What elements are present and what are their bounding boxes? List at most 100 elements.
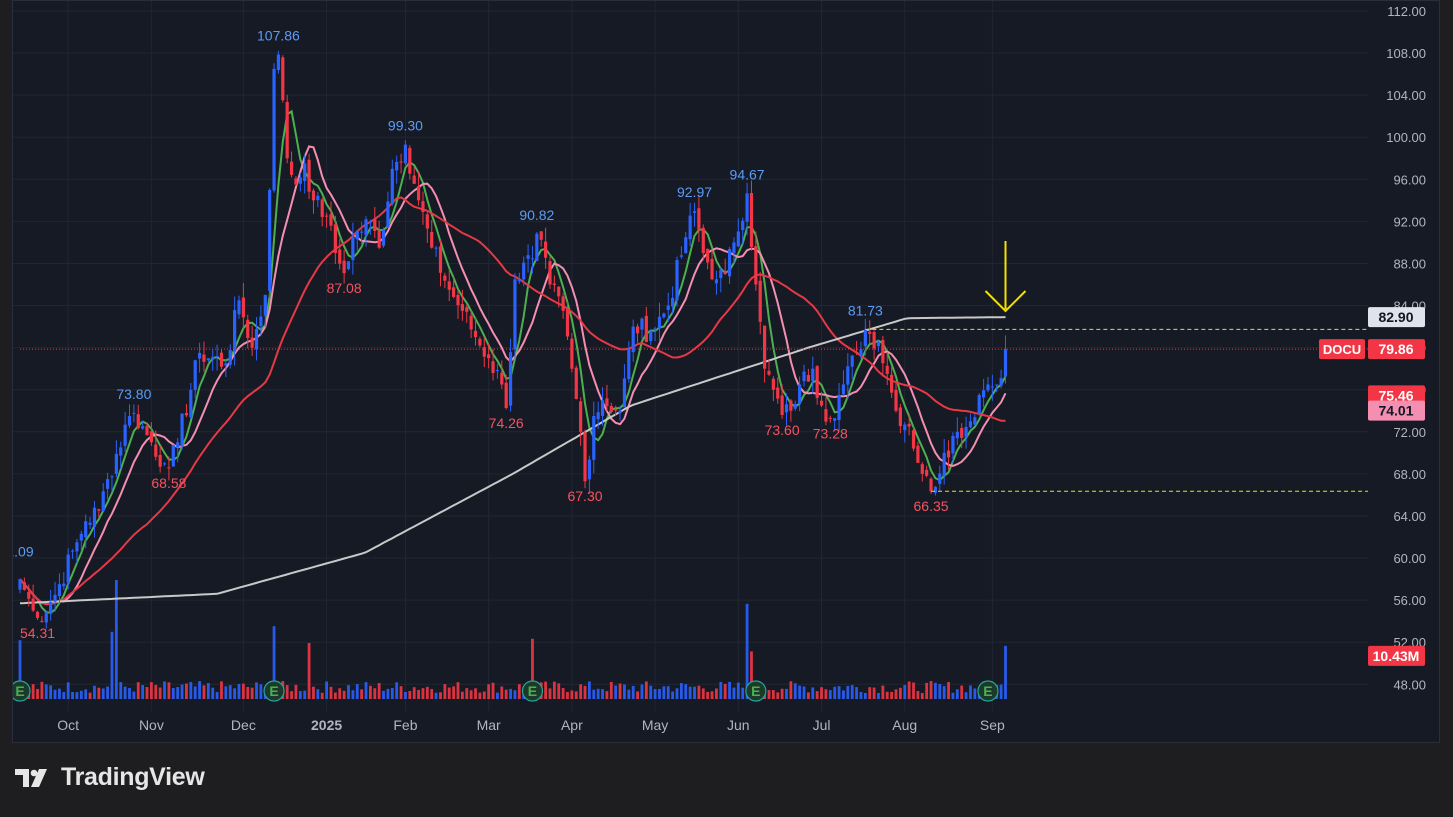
volume-bar: [185, 683, 188, 699]
candle-body: [701, 227, 705, 253]
volume-bar: [189, 682, 193, 699]
candle-body: [84, 521, 88, 538]
tradingview-brand[interactable]: TradingView: [15, 763, 205, 792]
candle-body: [254, 329, 259, 350]
volume-bar: [640, 684, 644, 699]
volume-bar: [837, 686, 841, 699]
volume-bar: [715, 688, 718, 699]
candle-body: [828, 417, 832, 419]
volume-bar: [176, 687, 180, 699]
earnings-marker[interactable]: E: [263, 680, 285, 702]
volume-bar: [960, 685, 964, 699]
candle-body: [469, 315, 473, 330]
candle-body: [749, 193, 754, 247]
candle-body: [412, 175, 416, 184]
volume-bar: [767, 690, 771, 699]
candle-body: [171, 444, 175, 467]
x-tick-label: Jul: [813, 717, 831, 733]
volume-bar: [154, 684, 158, 699]
candle-body: [745, 193, 749, 222]
volume-bar: [999, 684, 1003, 699]
candle-body: [219, 352, 224, 367]
candle-body: [850, 355, 854, 367]
volume-bar: [793, 683, 797, 699]
candle-body: [999, 378, 1003, 386]
candle-body: [657, 316, 662, 329]
volume-bar: [58, 688, 61, 699]
candle-body: [679, 255, 683, 257]
volume-bar: [728, 681, 731, 699]
candle-body: [325, 215, 329, 217]
candle-body: [49, 601, 53, 614]
candle-body: [416, 186, 421, 201]
candle-body: [714, 279, 719, 284]
volume-bar: [934, 682, 937, 699]
candle-body: [767, 370, 771, 375]
volume-bar: [101, 688, 105, 699]
volume-bar: [417, 689, 420, 699]
earnings-marker[interactable]: E: [13, 680, 31, 702]
candle-body: [587, 459, 591, 480]
earnings-marker-label: E: [983, 683, 992, 699]
candle-body: [320, 199, 324, 217]
volume-bar: [885, 691, 889, 699]
volume-bar: [601, 689, 604, 699]
candle-body: [329, 214, 333, 226]
candle-body: [776, 387, 780, 399]
chart-area[interactable]: 1.09 54.31 73.80 68.58 107.86 87.08 99.30 74.26…: [12, 0, 1440, 743]
candle-body: [281, 57, 285, 101]
candle-body: [824, 409, 828, 422]
price-label-low: 73.28: [813, 425, 848, 441]
moving-average-ma_pink: [19, 145, 1007, 606]
volume-bar: [373, 688, 377, 699]
candle-body: [141, 426, 145, 429]
volume-bar: [693, 686, 696, 699]
volume-bar: [145, 687, 149, 699]
volume-bar: [298, 690, 302, 699]
volume-bar: [452, 686, 456, 699]
price-chart[interactable]: 1.09 54.31 73.80 68.58 107.86 87.08 99.30 74.26…: [13, 1, 1440, 743]
volume-bar: [636, 691, 639, 699]
earnings-marker-label: E: [751, 683, 760, 699]
volume-bar: [84, 689, 88, 699]
price-labels: 1.09 54.31 73.80 68.58 107.86 87.08 99.30 74.26…: [13, 28, 949, 641]
candle-body: [421, 201, 425, 212]
earnings-marker[interactable]: E: [745, 680, 767, 702]
candle-body: [285, 101, 289, 159]
x-tick-label: Dec: [231, 717, 256, 733]
candle-body: [22, 582, 26, 590]
candle-body: [289, 161, 294, 175]
candle-body: [951, 435, 955, 454]
candle-body: [276, 54, 281, 71]
candle-body: [263, 295, 267, 316]
candle-body: [697, 208, 701, 231]
earnings-marker[interactable]: E: [521, 680, 544, 702]
candle-body: [526, 255, 530, 259]
price-label-high: 73.80: [116, 386, 151, 402]
candle-body: [811, 368, 815, 381]
volume-bar: [150, 682, 153, 699]
volume-bar: [496, 692, 499, 699]
candle-body: [123, 424, 127, 446]
volume-bar: [623, 684, 626, 699]
price-label-high: 81.73: [848, 302, 883, 318]
candle-body: [933, 486, 938, 493]
volume-bar: [355, 684, 359, 699]
candle-body: [530, 258, 535, 260]
candle-body: [390, 168, 394, 204]
volume-bar: [614, 685, 618, 699]
volume-bar: [224, 686, 228, 699]
price-label-high: 107.86: [257, 28, 300, 44]
volume-bar: [557, 683, 561, 699]
earnings-marker-label: E: [528, 683, 537, 699]
candle-body: [311, 190, 316, 201]
candle-body: [894, 389, 898, 411]
candle-body: [162, 463, 167, 465]
volume-bar: [119, 682, 123, 699]
candle-body: [977, 394, 981, 414]
volume-bar: [789, 681, 793, 699]
candle-body: [381, 229, 386, 246]
earnings-marker[interactable]: E: [977, 680, 999, 702]
volume-bar: [596, 688, 600, 699]
y-tick-label: 64.00: [1393, 509, 1426, 524]
